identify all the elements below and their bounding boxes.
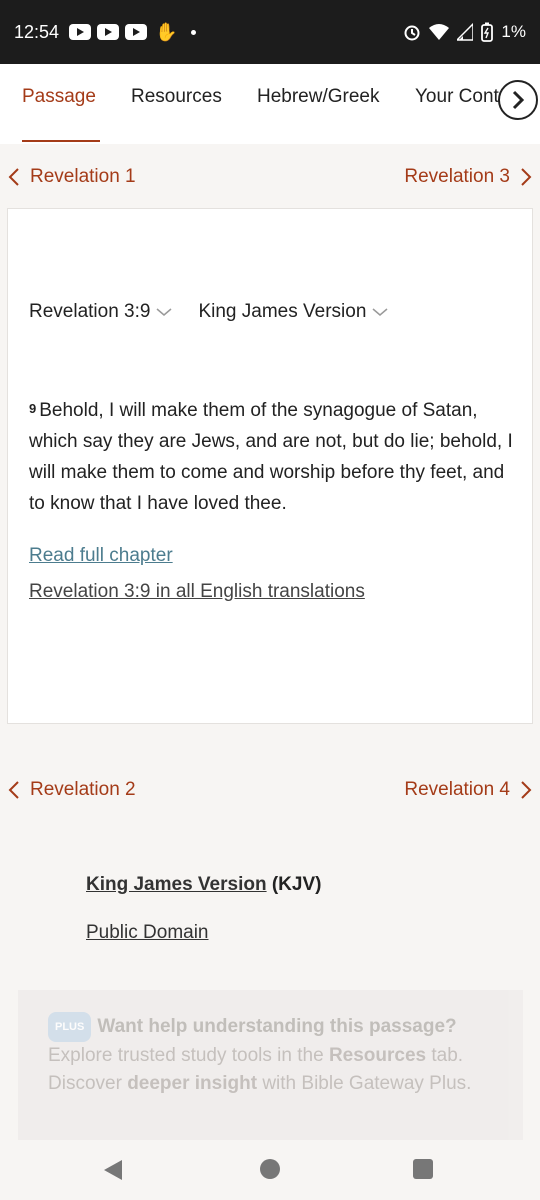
tab-passage[interactable]: Passage: [22, 86, 96, 108]
chevron-left-icon: [8, 781, 19, 799]
chevron-down-icon: [372, 308, 388, 316]
tabs-scroll-right-button[interactable]: [498, 80, 538, 120]
read-full-chapter-link[interactable]: Read full chapter: [29, 545, 173, 567]
next-chapter-link[interactable]: Revelation 3: [404, 166, 532, 188]
tab-resources[interactable]: Resources: [131, 86, 222, 108]
status-time: 12:54: [14, 21, 60, 42]
chevron-left-icon: [8, 168, 19, 186]
version-info: King James Version (KJV): [86, 874, 321, 896]
chevron-right-icon: [521, 168, 532, 186]
copyright-link[interactable]: Public Domain: [86, 922, 209, 944]
next-chapter-link[interactable]: Revelation 4: [404, 779, 532, 801]
previous-chapter-link[interactable]: Revelation 2: [8, 779, 136, 801]
verse-content: Behold, I will make them of the synagogu…: [29, 400, 513, 514]
battery-percent: 1%: [501, 22, 526, 41]
reference-label: Revelation 3:9: [29, 301, 151, 322]
chevron-down-icon: [156, 308, 172, 316]
previous-chapter-link[interactable]: Revelation 1: [8, 166, 136, 188]
alarm-icon: [404, 25, 420, 41]
youtube-icon: [125, 24, 148, 40]
passage-card: Revelation 3:9 King James Version 9 Behol…: [7, 208, 533, 724]
youtube-icon: [97, 24, 120, 40]
version-label: King James Version: [198, 301, 367, 322]
status-right: 1%: [403, 22, 526, 42]
previous-chapter-label: Revelation 1: [30, 166, 136, 187]
verse-number: 9: [29, 401, 37, 416]
dot-icon: [191, 29, 197, 35]
next-chapter-label: Revelation 3: [404, 166, 510, 187]
verse-text: 9 Behold, I will make them of the synagog…: [29, 395, 519, 519]
version-abbreviation: (KJV): [271, 874, 322, 895]
version-name-link[interactable]: King James Version: [86, 874, 267, 895]
tab-hebrew-greek[interactable]: Hebrew/Greek: [257, 86, 380, 108]
active-tab-indicator: [22, 140, 100, 142]
battery-icon: [481, 22, 494, 42]
recent-apps-icon[interactable]: [413, 1159, 433, 1179]
tabs-bar: Passage Resources Hebrew/Greek Your Cont: [0, 64, 540, 144]
wifi-icon: [429, 24, 450, 40]
system-nav-bar: [0, 1140, 540, 1200]
previous-chapter-label: Revelation 2: [30, 779, 136, 800]
back-icon[interactable]: [104, 1160, 122, 1180]
hand-icon: ✋: [155, 21, 178, 42]
chapter-nav-top: Revelation 1 Revelation 3: [0, 158, 540, 198]
chevron-right-icon: [512, 90, 525, 110]
chapter-nav-bottom: Revelation 2 Revelation 4: [0, 771, 540, 811]
reference-dropdown[interactable]: Revelation 3:9: [29, 301, 172, 323]
plus-text-1: Explore trusted study tools in the: [48, 1045, 324, 1066]
tab-your-content[interactable]: Your Cont: [415, 86, 499, 108]
plus-resources: Resources: [328, 1045, 427, 1066]
home-icon[interactable]: [260, 1159, 280, 1179]
status-bar: 12:54 ✋ 1%: [0, 0, 540, 64]
next-chapter-label: Revelation 4: [404, 779, 510, 800]
youtube-icon: [69, 24, 92, 40]
chevron-right-icon: [521, 781, 532, 799]
plus-badge: PLUS: [48, 1012, 92, 1042]
all-translations-link[interactable]: Revelation 3:9 in all English translatio…: [29, 581, 365, 603]
plus-deeper-insight: deeper insight: [127, 1073, 258, 1094]
plus-text-3: with Bible Gateway Plus.: [262, 1073, 472, 1094]
passage-selectors: Revelation 3:9 King James Version: [29, 301, 388, 323]
plus-promo[interactable]: PLUS Want help understanding this passage…: [18, 990, 523, 1140]
version-dropdown[interactable]: King James Version: [198, 301, 388, 323]
signal-icon: [457, 23, 474, 41]
plus-heading: Want help understanding this passage?: [97, 1016, 457, 1038]
